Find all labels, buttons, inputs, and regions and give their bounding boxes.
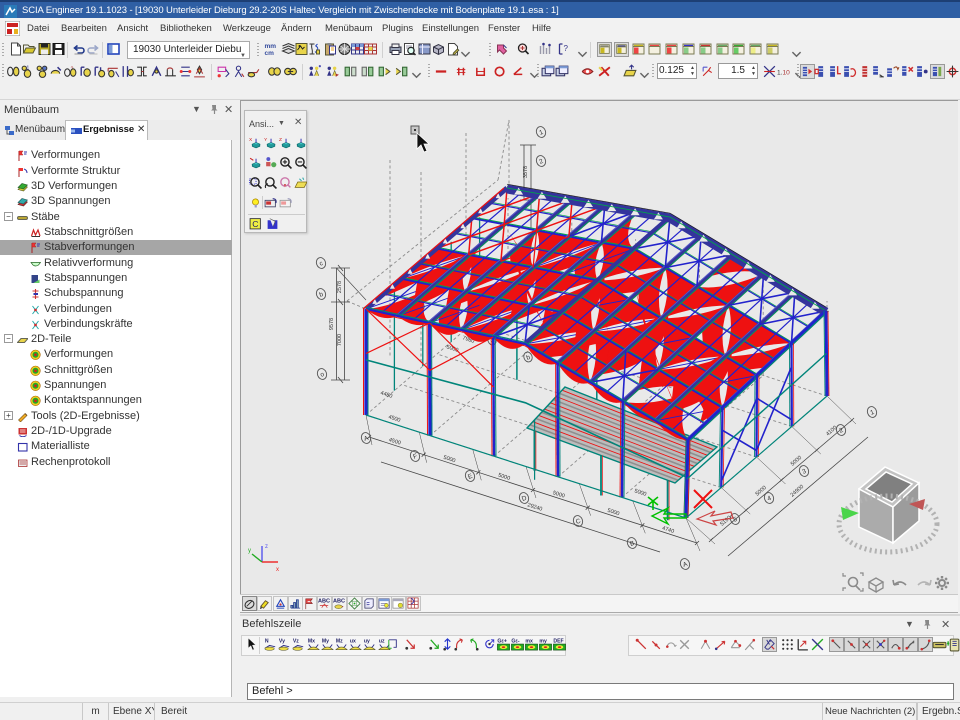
svg-text:1.10: 1.10 (777, 69, 790, 76)
svg-text:uz: uz (378, 639, 384, 645)
svg-text:E: E (467, 473, 474, 481)
svg-text:1: 1 (538, 129, 544, 137)
svg-text:DEF: DEF (554, 639, 564, 645)
svg-text:5000: 5000 (790, 455, 803, 468)
svg-text:ABC: ABC (318, 599, 330, 605)
svg-text:D: D (521, 495, 528, 503)
svg-text:Vz: Vz (293, 639, 299, 645)
svg-text:Mx: Mx (307, 639, 314, 645)
svg-text:3578: 3578 (523, 166, 529, 178)
svg-text:ABC: ABC (333, 599, 345, 605)
svg-text:c: c (319, 260, 325, 268)
svg-text:x: x (276, 567, 279, 573)
svg-text:Gε-: Gε- (512, 639, 520, 645)
svg-text:A: A (363, 435, 370, 443)
svg-text:Z: Z (279, 137, 282, 143)
svg-text:my: my (540, 639, 548, 645)
svg-text:X: X (249, 137, 253, 143)
svg-text:My: My (322, 639, 329, 645)
svg-text:Gε+: Gε+ (497, 639, 506, 645)
svg-text:C: C (575, 518, 582, 526)
svg-text:Vy: Vy (279, 639, 285, 645)
svg-text:b: b (318, 291, 324, 299)
svg-text:z: z (265, 544, 268, 550)
svg-text:1: 1 (869, 409, 875, 417)
svg-text:b: b (525, 354, 531, 362)
svg-text:4: 4 (766, 495, 772, 503)
svg-text:B: B (629, 540, 635, 548)
svg-text:mm: mm (265, 43, 277, 50)
svg-text:F: F (412, 453, 418, 461)
svg-text:4480: 4480 (380, 390, 394, 399)
svg-text:A: A (682, 561, 689, 569)
svg-text:N: N (265, 639, 269, 645)
svg-text:24900: 24900 (790, 484, 806, 498)
svg-text:Mz: Mz (336, 639, 343, 645)
svg-text:mx: mx (526, 639, 534, 645)
svg-text:2: 2 (838, 427, 844, 435)
svg-text:2: 2 (538, 158, 544, 166)
svg-text:cm: cm (265, 50, 275, 57)
svg-text:y: y (248, 548, 251, 554)
svg-text:3: 3 (801, 468, 807, 476)
svg-text:C: C (252, 219, 258, 229)
svg-text:uy: uy (364, 639, 370, 645)
svg-text:Y: Y (264, 137, 268, 143)
svg-text:9578: 9578 (329, 318, 335, 330)
svg-text:5000: 5000 (634, 488, 648, 497)
svg-text:2578: 2578 (337, 281, 343, 293)
svg-text:ux: ux (350, 639, 356, 645)
svg-text:7000: 7000 (337, 334, 343, 346)
svg-text:o: o (319, 371, 325, 379)
svg-text:?: ? (564, 44, 569, 53)
